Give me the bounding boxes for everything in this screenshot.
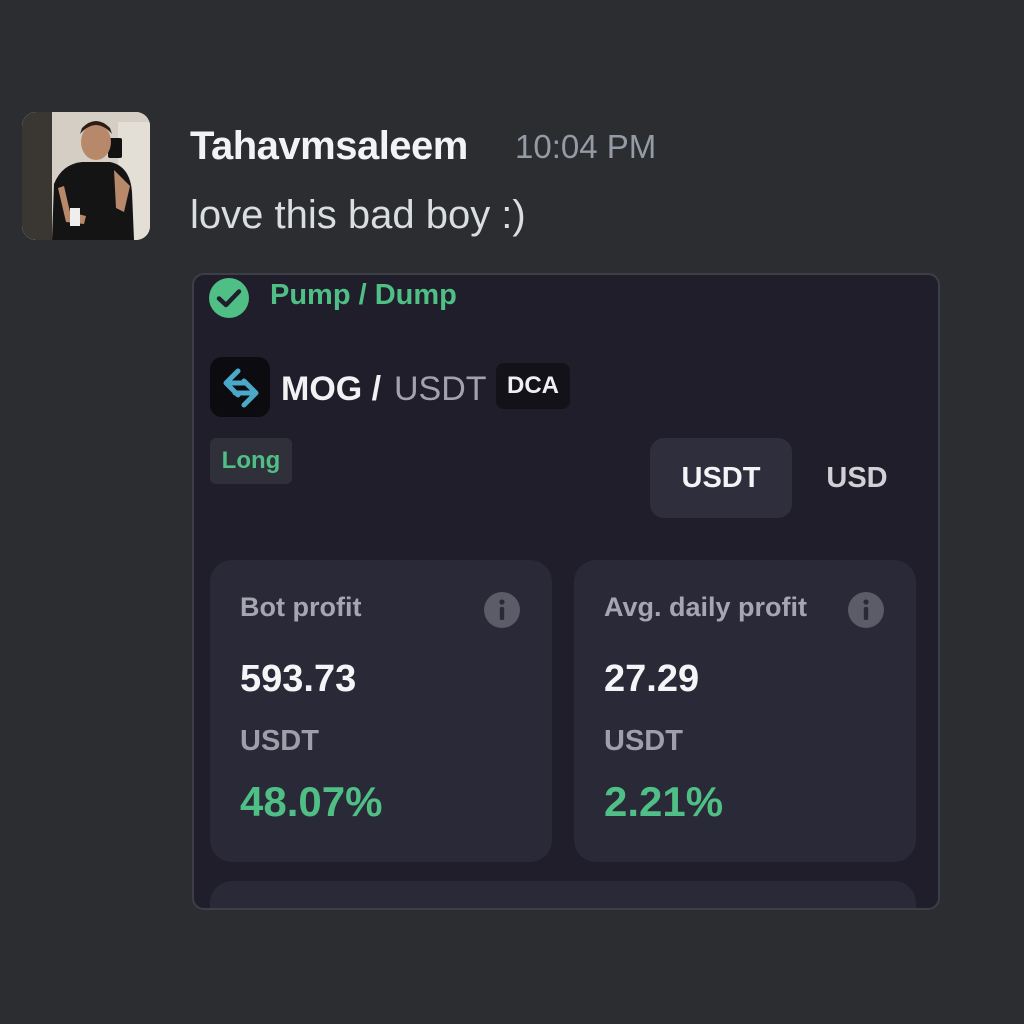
- message-text: love this bad boy :): [190, 193, 526, 237]
- strategy-name: Pump / Dump: [270, 279, 457, 311]
- stat-percent: 48.07%: [240, 778, 383, 825]
- currency-toggle-usdt[interactable]: USDT: [650, 438, 792, 518]
- currency-toggle-usd[interactable]: USD: [802, 438, 912, 518]
- avatar[interactable]: [22, 112, 150, 240]
- exchange-arrows-icon: [210, 357, 270, 417]
- next-stat-card: [210, 881, 916, 908]
- message-timestamp: 10:04 PM: [515, 128, 657, 165]
- avatar-photo: [22, 112, 150, 240]
- chat-message: Tahavmsaleem 10:04 PM love this bad boy …: [0, 0, 1024, 1024]
- bot-share-card[interactable]: Pump / Dump MOG / USDT DCA Long USDT USD…: [192, 273, 940, 910]
- stat-title: Bot profit: [240, 592, 362, 622]
- stat-unit: USDT: [604, 725, 683, 757]
- bot-profit-card: Bot profit 593.73 USDT 48.07%: [210, 560, 552, 862]
- stat-unit: USDT: [240, 725, 319, 757]
- username[interactable]: Tahavmsaleem: [190, 124, 468, 169]
- check-circle-icon: [209, 278, 249, 318]
- avg-daily-profit-card: Avg. daily profit 27.29 USDT 2.21%: [574, 560, 916, 862]
- bot-type-badge: DCA: [496, 363, 570, 409]
- stat-percent: 2.21%: [604, 778, 724, 825]
- info-icon[interactable]: [848, 592, 884, 628]
- info-icon[interactable]: [484, 592, 520, 628]
- stat-value: 593.73: [240, 658, 357, 700]
- pair-quote-symbol: USDT: [394, 370, 487, 408]
- pair-base-symbol: MOG /: [281, 370, 382, 408]
- stat-value: 27.29: [604, 658, 700, 700]
- stat-title: Avg. daily profit: [604, 592, 808, 622]
- direction-badge: Long: [210, 438, 292, 484]
